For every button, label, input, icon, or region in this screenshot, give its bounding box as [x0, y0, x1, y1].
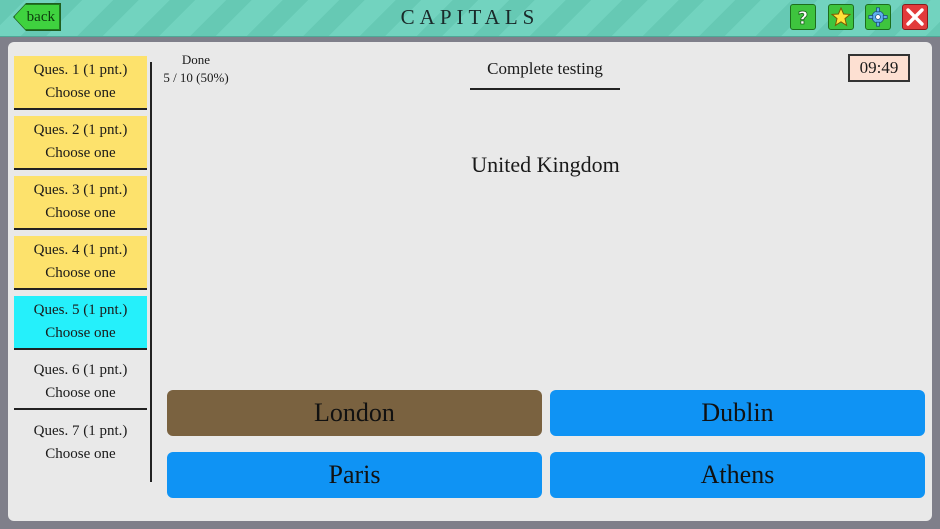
answer-option-paris[interactable]: Paris	[167, 452, 542, 498]
help-button[interactable]: ?	[790, 4, 816, 30]
help-icon: ?	[797, 8, 808, 27]
answer-label: London	[314, 398, 395, 427]
question-title: Ques. 6 (1 pnt.)	[33, 362, 128, 378]
answer-label: Dublin	[701, 398, 774, 427]
question-title: Ques. 3 (1 pnt.)	[33, 182, 128, 198]
close-button[interactable]	[902, 4, 928, 30]
question-item-7[interactable]: Ques. 7 (1 pnt.) Choose one	[14, 416, 147, 470]
question-item-5[interactable]: Ques. 5 (1 pnt.) Choose one	[14, 296, 147, 350]
question-title: Ques. 4 (1 pnt.)	[33, 242, 128, 258]
question-title: Ques. 5 (1 pnt.)	[33, 302, 128, 318]
progress-value: 5 / 10 (50%)	[163, 70, 229, 85]
question-title: Ques. 1 (1 pnt.)	[33, 62, 128, 78]
progress-label: Done	[181, 52, 211, 67]
question-item-1[interactable]: Ques. 1 (1 pnt.) Choose one	[14, 56, 147, 110]
question-item-4[interactable]: Ques. 4 (1 pnt.) Choose one	[14, 236, 147, 290]
question-item-2[interactable]: Ques. 2 (1 pnt.) Choose one	[14, 116, 147, 170]
question-list: Ques. 1 (1 pnt.) Choose one Ques. 2 (1 p…	[14, 56, 147, 476]
answer-label: Paris	[328, 460, 381, 489]
question-subtitle: Choose one	[45, 446, 116, 462]
progress-indicator: Done 5 / 10 (50%)	[160, 51, 232, 87]
question-item-3[interactable]: Ques. 3 (1 pnt.) Choose one	[14, 176, 147, 230]
question-subtitle: Choose one	[45, 205, 116, 221]
question-subtitle: Choose one	[45, 385, 116, 401]
question-title: Ques. 7 (1 pnt.)	[33, 423, 128, 439]
sidebar-divider	[150, 62, 152, 482]
question-subtitle: Choose one	[45, 325, 116, 341]
answer-option-athens[interactable]: Athens	[550, 452, 925, 498]
question-text: United Kingdom	[471, 152, 620, 177]
timer-display: 09:49	[848, 54, 910, 82]
close-icon	[906, 8, 924, 26]
header-bar: back CAPITALS ?	[0, 0, 940, 37]
answer-label: Athens	[700, 460, 775, 489]
star-icon	[831, 7, 851, 27]
question-subtitle: Choose one	[45, 145, 116, 161]
question-title: Ques. 2 (1 pnt.)	[33, 122, 128, 138]
answer-option-dublin[interactable]: Dublin	[550, 390, 925, 436]
settings-button[interactable]	[865, 4, 891, 30]
complete-testing-button[interactable]: Complete testing	[470, 56, 620, 90]
question-subtitle: Choose one	[45, 85, 116, 101]
question-subtitle: Choose one	[45, 265, 116, 281]
question-item-6[interactable]: Ques. 6 (1 pnt.) Choose one	[14, 356, 147, 410]
svg-text:?: ?	[798, 8, 808, 27]
main-panel: Ques. 1 (1 pnt.) Choose one Ques. 2 (1 p…	[8, 42, 932, 521]
gear-icon	[868, 7, 888, 27]
favorite-button[interactable]	[828, 4, 854, 30]
answer-option-london[interactable]: London	[167, 390, 542, 436]
